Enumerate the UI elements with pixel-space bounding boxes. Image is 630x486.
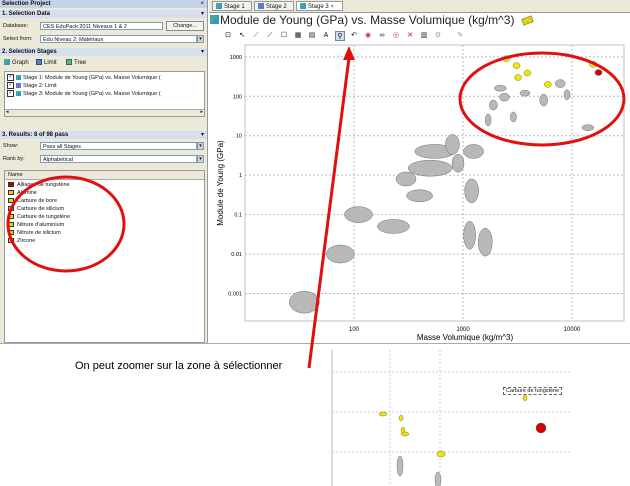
arrow-line (307, 57, 351, 369)
highlight-circle-list (6, 175, 126, 273)
arrow-head (343, 46, 355, 60)
annotations (6, 46, 355, 369)
